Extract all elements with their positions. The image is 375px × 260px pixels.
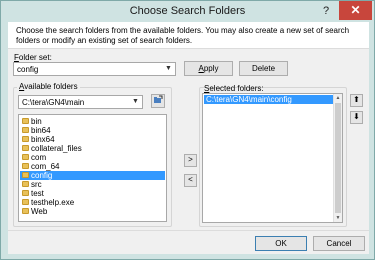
list-item[interactable]: config xyxy=(20,171,165,180)
folder-icon xyxy=(22,172,29,178)
list-item[interactable]: test xyxy=(20,189,165,198)
scroll-up-icon[interactable]: ▲ xyxy=(334,94,342,102)
list-item[interactable]: collateral_files xyxy=(20,144,165,153)
browse-folder-button[interactable] xyxy=(151,94,165,108)
list-item[interactable]: com_64 xyxy=(20,162,165,171)
ok-button[interactable]: OK xyxy=(255,236,307,251)
folder-icon xyxy=(22,154,29,160)
available-folders-list[interactable]: bin bin64 binx64 collateral_files com com_64 c… xyxy=(18,114,167,222)
close-button[interactable]: ✕ xyxy=(339,1,372,20)
list-item[interactable]: testhelp.exe xyxy=(20,198,165,207)
folder-set-label: Folder set: xyxy=(14,53,52,62)
scroll-thumb[interactable] xyxy=(335,103,341,213)
list-item[interactable]: com xyxy=(20,153,165,162)
list-item-label: testhelp.exe xyxy=(31,198,75,207)
folder-icon xyxy=(22,145,29,151)
instruction-panel: Choose the search folders from the avail… xyxy=(8,22,369,49)
remove-folder-button[interactable]: < xyxy=(184,174,197,187)
cancel-button[interactable]: Cancel xyxy=(313,236,365,251)
delete-button[interactable]: Delete xyxy=(239,61,288,76)
selected-folders-list[interactable]: C:\tera\GN4\main\config ▲ ▼ xyxy=(202,93,343,223)
move-down-button[interactable]: ⬇ xyxy=(350,111,363,124)
folder-icon xyxy=(22,181,29,187)
selected-list-scrollbar[interactable]: ▲ ▼ xyxy=(333,94,342,222)
folder-set-combo[interactable]: config ▼ xyxy=(13,62,176,76)
available-folders-label: Available folders xyxy=(17,82,80,91)
list-item[interactable]: bin64 xyxy=(20,126,165,135)
available-path-value: C:\tera\GN4\main xyxy=(22,98,85,107)
available-path-combo[interactable]: C:\tera\GN4\main ▼ xyxy=(18,95,143,109)
list-item-label: binx64 xyxy=(31,135,55,144)
list-item[interactable]: bin xyxy=(20,117,165,126)
list-item[interactable]: src xyxy=(20,180,165,189)
folder-icon xyxy=(22,136,29,142)
choose-search-folders-dialog: Choose Search Folders ? ✕ Choose the sea… xyxy=(0,0,375,260)
selected-folder-item[interactable]: C:\tera\GN4\main\config xyxy=(204,95,341,104)
list-item-label: bin xyxy=(31,117,42,126)
selected-folders-label: Selected folders: xyxy=(204,84,264,93)
list-item-label: config xyxy=(31,171,53,180)
list-item[interactable]: Web xyxy=(20,207,165,216)
list-item-label: com_64 xyxy=(31,162,60,171)
instruction-text: Choose the search folders from the avail… xyxy=(16,26,350,45)
folder-icon xyxy=(22,163,29,169)
folder-set-value: config xyxy=(17,65,39,74)
title-bar[interactable]: Choose Search Folders ? ✕ xyxy=(1,1,374,22)
folder-icon xyxy=(22,127,29,133)
folder-icon xyxy=(22,118,29,124)
scroll-down-icon[interactable]: ▼ xyxy=(334,214,342,222)
list-item-label: Web xyxy=(31,207,48,216)
list-item-label: src xyxy=(31,180,42,189)
list-item[interactable]: binx64 xyxy=(20,135,165,144)
dialog-body: Choose the search folders from the avail… xyxy=(8,22,369,254)
apply-button[interactable]: Apply xyxy=(184,61,233,76)
folder-icon xyxy=(22,190,29,196)
chevron-down-icon[interactable]: ▼ xyxy=(129,96,142,108)
move-up-button[interactable]: ⬆ xyxy=(350,94,363,107)
list-item-label: com xyxy=(31,153,47,162)
list-item-label: collateral_files xyxy=(31,144,82,153)
add-folder-button[interactable]: > xyxy=(184,154,197,167)
help-button[interactable]: ? xyxy=(316,3,336,19)
footer-divider xyxy=(8,230,369,231)
browse-folder-icon xyxy=(154,95,163,103)
chevron-down-icon[interactable]: ▼ xyxy=(162,63,175,75)
list-item-label: bin64 xyxy=(31,126,51,135)
folder-icon xyxy=(22,208,29,214)
folder-icon xyxy=(22,199,29,205)
list-item-label: test xyxy=(31,189,44,198)
